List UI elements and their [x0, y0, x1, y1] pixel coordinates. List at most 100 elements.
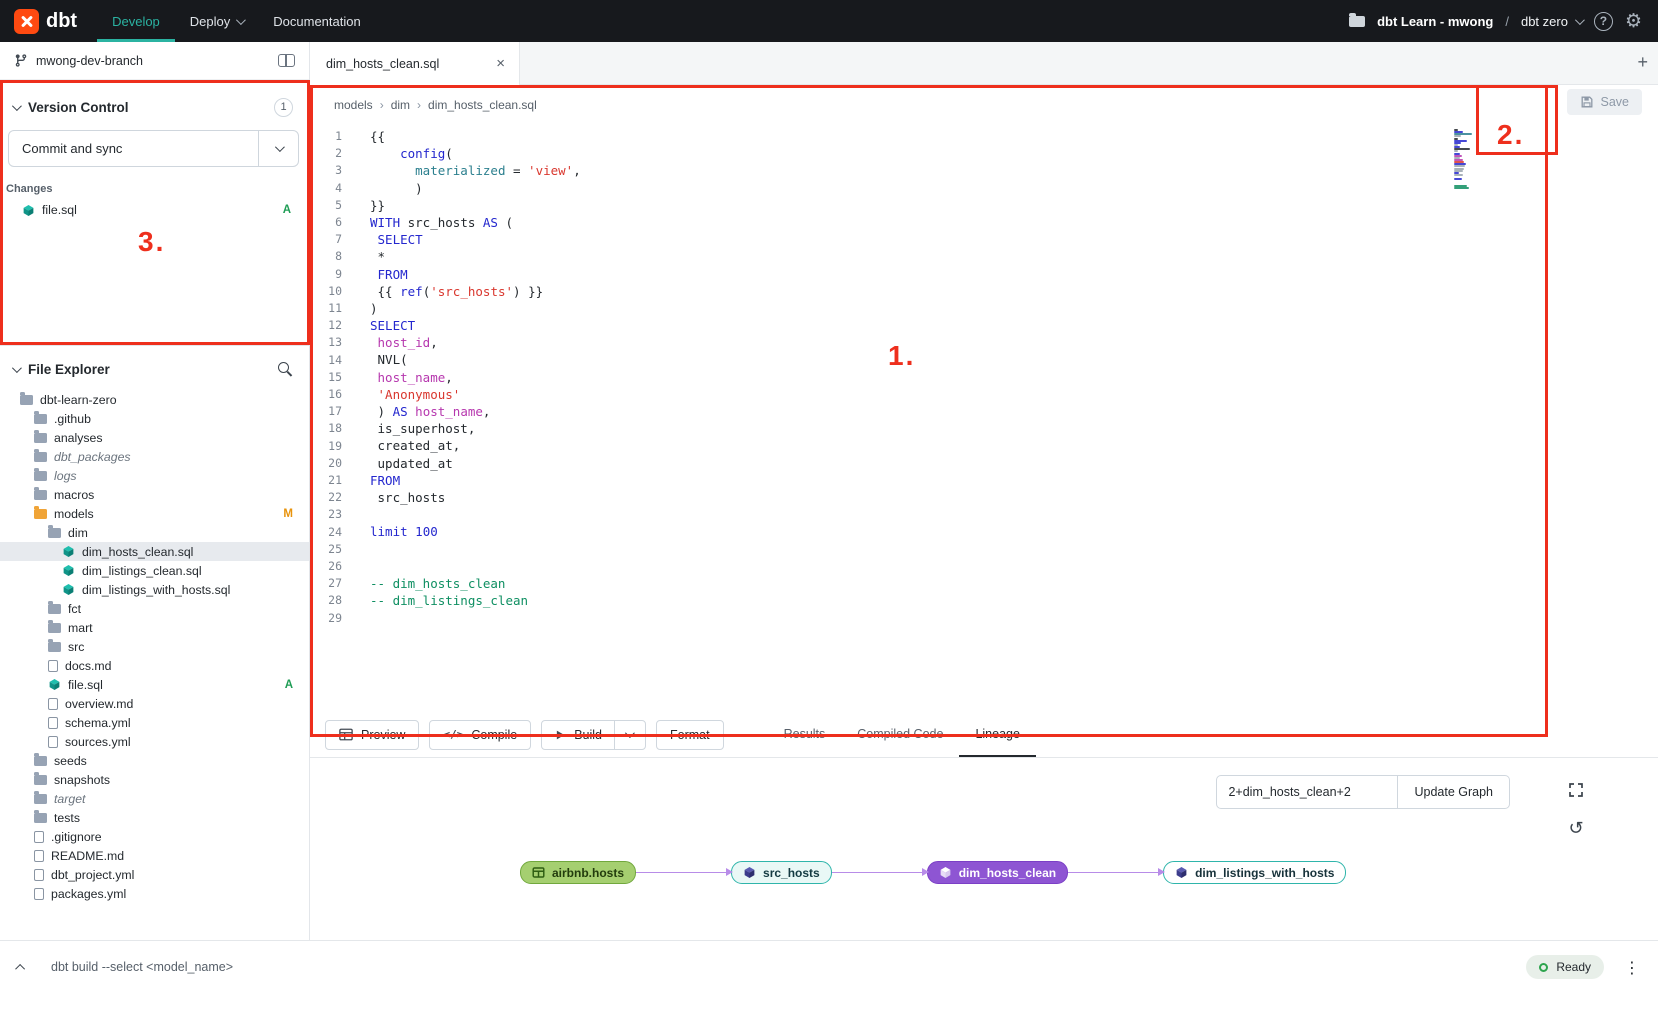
- tree-item-target[interactable]: target: [0, 789, 309, 808]
- code-line[interactable]: {{ ref('src_hosts') }}: [370, 283, 1658, 300]
- lineage-node-airbnb.hosts[interactable]: airbnb.hosts: [520, 861, 636, 884]
- tree-item-models[interactable]: modelsM: [0, 504, 309, 523]
- tree-item-macros[interactable]: macros: [0, 485, 309, 504]
- lineage-node-label: dim_hosts_clean: [959, 866, 1056, 880]
- tree-item-sources.yml[interactable]: sources.yml: [0, 732, 309, 751]
- code-line[interactable]: is_superhost,: [370, 420, 1658, 437]
- changed-file-row[interactable]: file.sqlA: [0, 201, 309, 219]
- code-line[interactable]: host_id,: [370, 334, 1658, 351]
- project-selector[interactable]: dbt zero: [1521, 14, 1582, 29]
- new-tab-icon[interactable]: +: [1637, 52, 1648, 73]
- branch-name[interactable]: mwong-dev-branch: [36, 54, 143, 68]
- lineage-node-dim_hosts_clean[interactable]: dim_hosts_clean: [927, 861, 1068, 884]
- lineage-selector-input[interactable]: [1216, 775, 1398, 809]
- save-button[interactable]: Save: [1567, 89, 1643, 115]
- tree-item-analyses[interactable]: analyses: [0, 428, 309, 447]
- commit-options-button[interactable]: [258, 131, 298, 166]
- tree-item-seeds[interactable]: seeds: [0, 751, 309, 770]
- version-control-header[interactable]: Version Control 1: [0, 92, 309, 122]
- code-line[interactable]: [370, 609, 1658, 626]
- line-numbers: 1234567891011121314151617181920212223242…: [310, 128, 350, 712]
- tree-item-label: fct: [68, 602, 81, 616]
- code-line[interactable]: FROM: [370, 266, 1658, 283]
- breadcrumb-item[interactable]: dim_hosts_clean.sql: [428, 98, 537, 112]
- tree-item-dbt_packages[interactable]: dbt_packages: [0, 447, 309, 466]
- update-graph-button[interactable]: Update Graph: [1398, 775, 1510, 809]
- code-line[interactable]: [370, 506, 1658, 523]
- code-line[interactable]: -- dim_hosts_clean: [370, 575, 1658, 592]
- format-button[interactable]: Format: [656, 720, 724, 750]
- tree-item-.github[interactable]: .github: [0, 409, 309, 428]
- tree-item-src[interactable]: src: [0, 637, 309, 656]
- code-line[interactable]: 'Anonymous': [370, 386, 1658, 403]
- lineage-panel: Update Graph ↺ airbnb.hosts src_hosts dim_…: [310, 758, 1658, 940]
- tree-item-tests[interactable]: tests: [0, 808, 309, 827]
- breadcrumb-item[interactable]: dim: [391, 98, 410, 112]
- code-line[interactable]: SELECT: [370, 231, 1658, 248]
- file-explorer-header[interactable]: File Explorer: [0, 354, 309, 384]
- reset-view-icon[interactable]: ↺: [1562, 814, 1590, 842]
- code-line[interactable]: updated_at: [370, 455, 1658, 472]
- build-options-chevron-icon[interactable]: [625, 728, 635, 738]
- code-line[interactable]: [370, 541, 1658, 558]
- code-line[interactable]: }}: [370, 197, 1658, 214]
- tree-item-fct[interactable]: fct: [0, 599, 309, 618]
- tree-item-docs.md[interactable]: docs.md: [0, 656, 309, 675]
- preview-button[interactable]: Preview: [325, 720, 419, 750]
- tree-item-schema.yml[interactable]: schema.yml: [0, 713, 309, 732]
- split-view-icon[interactable]: [278, 54, 295, 67]
- nav-item-documentation[interactable]: Documentation: [258, 0, 375, 42]
- tree-item-dbt_project.yml[interactable]: dbt_project.yml: [0, 865, 309, 884]
- commit-and-sync-button[interactable]: Commit and sync: [8, 130, 299, 167]
- search-icon[interactable]: [278, 362, 293, 377]
- build-button[interactable]: Build: [541, 720, 646, 750]
- expand-console-icon[interactable]: [15, 963, 25, 973]
- code-line[interactable]: WITH src_hosts AS (: [370, 214, 1658, 231]
- code-area[interactable]: {{ config( materialized = 'view', )}}WIT…: [370, 128, 1658, 712]
- tab-results[interactable]: Results: [768, 712, 842, 757]
- tree-item-file.sql[interactable]: file.sqlA: [0, 675, 309, 694]
- gear-icon[interactable]: ⚙: [1625, 12, 1642, 31]
- account-name[interactable]: dbt Learn - mwong: [1377, 14, 1493, 29]
- tree-item-dim_listings_with_hosts.sql[interactable]: dim_listings_with_hosts.sql: [0, 580, 309, 599]
- help-icon[interactable]: ?: [1594, 12, 1613, 31]
- tree-item-snapshots[interactable]: snapshots: [0, 770, 309, 789]
- compile-button[interactable]: </>Compile: [429, 720, 531, 750]
- tree-item-packages.yml[interactable]: packages.yml: [0, 884, 309, 903]
- dbt-logo[interactable]: dbt: [14, 0, 77, 42]
- nav-item-deploy[interactable]: Deploy: [175, 0, 258, 42]
- tree-item-README.md[interactable]: README.md: [0, 846, 309, 865]
- code-line[interactable]: SELECT: [370, 317, 1658, 334]
- code-line[interactable]: *: [370, 248, 1658, 265]
- fullscreen-icon[interactable]: [1562, 776, 1590, 804]
- code-line[interactable]: NVL(: [370, 351, 1658, 368]
- tree-item-logs[interactable]: logs: [0, 466, 309, 485]
- code-line[interactable]: created_at,: [370, 437, 1658, 454]
- code-line[interactable]: ) AS host_name,: [370, 403, 1658, 420]
- breadcrumb-item[interactable]: models: [334, 98, 373, 112]
- code-line[interactable]: src_hosts: [370, 489, 1658, 506]
- tree-item-overview.md[interactable]: overview.md: [0, 694, 309, 713]
- code-line[interactable]: ): [370, 300, 1658, 317]
- code-line[interactable]: [370, 558, 1658, 575]
- tree-item-label: packages.yml: [51, 887, 126, 901]
- tree-item-dim_hosts_clean.sql[interactable]: dim_hosts_clean.sql: [0, 542, 309, 561]
- tree-item-dim_listings_clean.sql[interactable]: dim_listings_clean.sql: [0, 561, 309, 580]
- tab-compiled-code[interactable]: Compiled Code: [841, 712, 959, 757]
- tree-item-dbt-learn-zero[interactable]: dbt-learn-zero: [0, 390, 309, 409]
- close-tab-icon[interactable]: ×: [496, 55, 505, 72]
- tree-item-dim[interactable]: dim: [0, 523, 309, 542]
- code-line[interactable]: limit 100: [370, 523, 1658, 540]
- tree-item-.gitignore[interactable]: .gitignore: [0, 827, 309, 846]
- kebab-menu-icon[interactable]: ⋮: [1624, 958, 1640, 977]
- lineage-node-src_hosts[interactable]: src_hosts: [731, 861, 832, 884]
- code-line[interactable]: -- dim_listings_clean: [370, 592, 1658, 609]
- editor-tab[interactable]: dim_hosts_clean.sql ×: [310, 42, 520, 85]
- lineage-node-dim_listings_with_hosts[interactable]: dim_listings_with_hosts: [1163, 861, 1346, 884]
- nav-item-develop[interactable]: Develop: [97, 0, 175, 42]
- code-line[interactable]: host_name,: [370, 369, 1658, 386]
- tab-lineage[interactable]: Lineage: [959, 712, 1036, 757]
- code-editor[interactable]: 1234567891011121314151617181920212223242…: [310, 125, 1658, 712]
- code-line[interactable]: FROM: [370, 472, 1658, 489]
- tree-item-mart[interactable]: mart: [0, 618, 309, 637]
